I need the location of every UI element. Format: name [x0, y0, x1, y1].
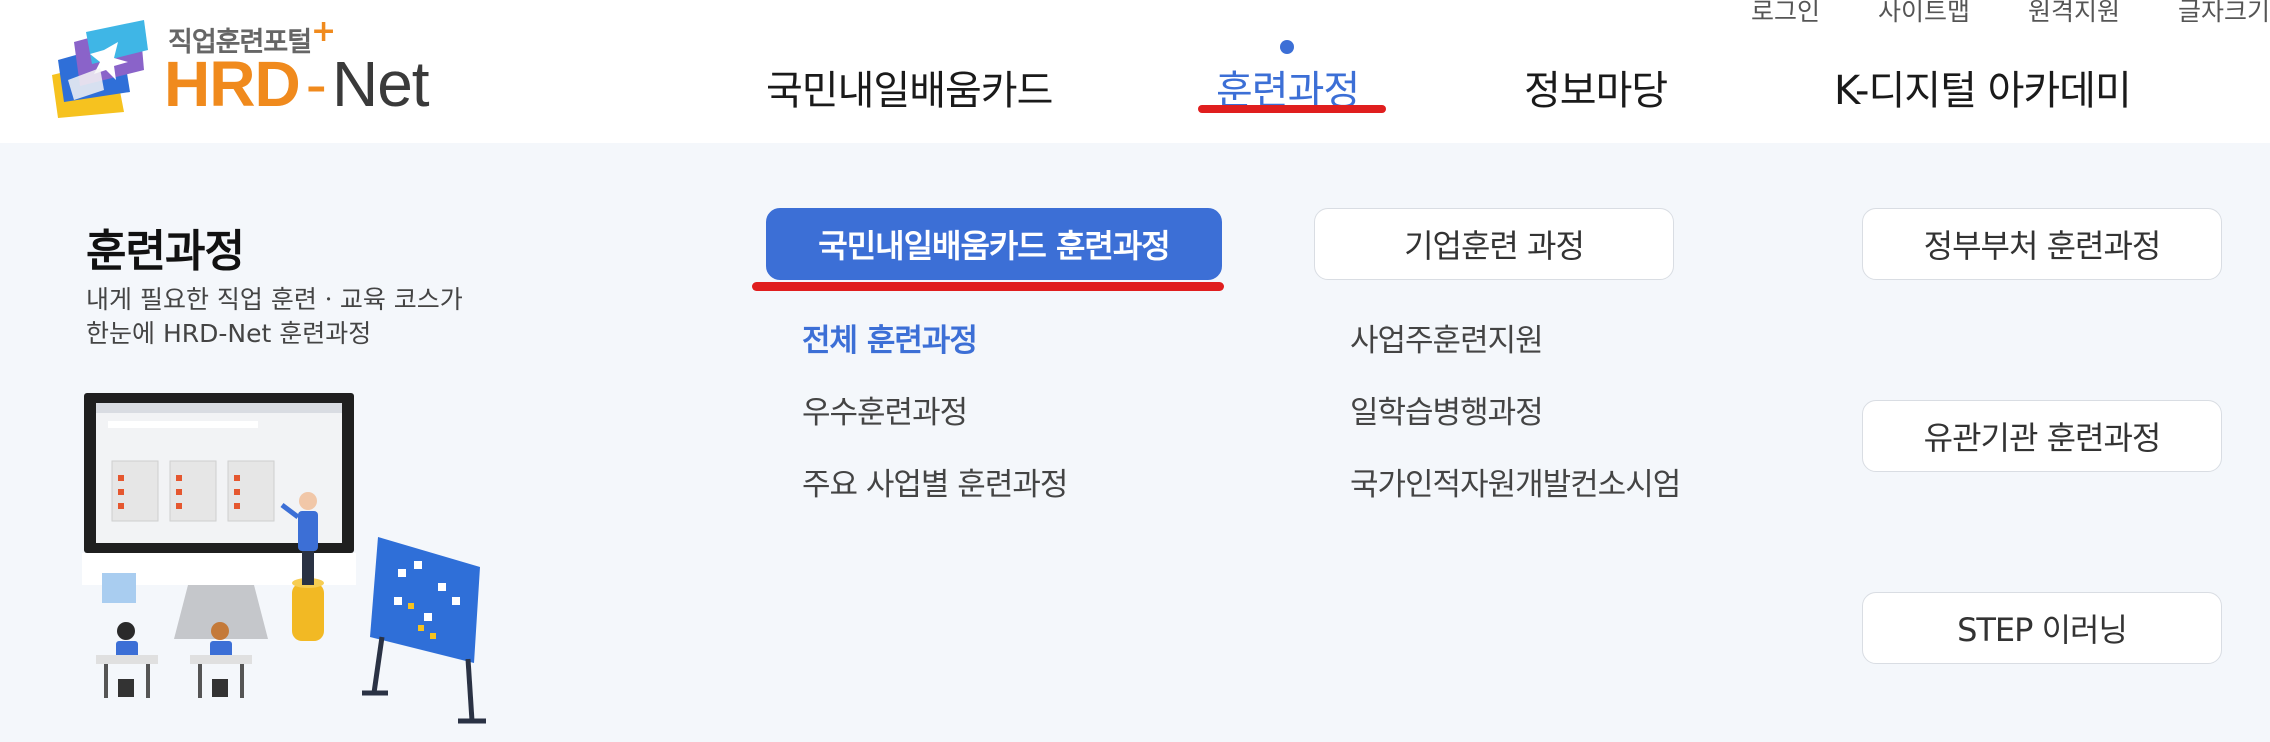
- category-company-courses-button[interactable]: 기업훈련 과정: [1314, 208, 1674, 280]
- category-related-org-courses-button[interactable]: 유관기관 훈련과정: [1862, 400, 2222, 472]
- logo-wordmark: HRD-Net: [164, 48, 430, 120]
- login-link[interactable]: 로그인: [1751, 0, 1820, 26]
- panel-description-line: 한눈에 HRD-Net 훈련과정: [86, 319, 372, 348]
- font-size-link[interactable]: 글자크기: [2178, 0, 2270, 26]
- site-header: 로그인 사이트맵 원격지원 글자크기 직업훈련포털+ HRD-Net 국민내일배…: [0, 0, 2270, 143]
- link-work-study-courses[interactable]: 일학습병행과정: [1350, 387, 1544, 432]
- remote-support-link[interactable]: 원격지원: [2028, 0, 2120, 26]
- link-national-hr-consortium[interactable]: 국가인적자원개발컨소시엄: [1350, 459, 1681, 504]
- link-courses-by-program[interactable]: 주요 사업별 훈련과정: [802, 459, 1068, 504]
- category-step-elearning-button[interactable]: STEP 이러닝: [1862, 592, 2222, 664]
- category-government-courses-button[interactable]: 정부부처 훈련과정: [1862, 208, 2222, 280]
- sitemap-link[interactable]: 사이트맵: [1878, 0, 1970, 26]
- gnb-item-card[interactable]: 국민내일배움카드: [766, 58, 1053, 116]
- gnb-highlight-underline: [1198, 105, 1386, 113]
- panel-description-line: 내게 필요한 직업 훈련ㆍ교육 코스가: [86, 285, 463, 314]
- gnb-item-k-digital[interactable]: K-디지털 아카데미: [1834, 58, 2132, 116]
- utility-links: 로그인 사이트맵 원격지원 글자크기: [1751, 0, 2270, 26]
- category-card-courses-button[interactable]: 국민내일배움카드 훈련과정: [766, 208, 1222, 280]
- category-highlight-underline: [752, 282, 1224, 291]
- logo-symbol-icon: [52, 20, 148, 118]
- gnb-item-info[interactable]: 정보마당: [1524, 58, 1668, 116]
- link-all-courses[interactable]: 전체 훈련과정: [802, 315, 978, 360]
- link-excellent-courses[interactable]: 우수훈련과정: [802, 387, 968, 432]
- active-indicator-dot: [1280, 40, 1294, 54]
- panel-title: 훈련과정: [86, 226, 245, 277]
- courses-mega-menu: 훈련과정 내게 필요한 직업 훈련ㆍ교육 코스가 한눈에 HRD-Net 훈련과…: [0, 143, 2270, 742]
- training-illustration: [82, 393, 486, 724]
- link-employer-training-support[interactable]: 사업주훈련지원: [1350, 315, 1544, 360]
- panel-description: 내게 필요한 직업 훈련ㆍ교육 코스가 한눈에 HRD-Net 훈련과정: [86, 283, 546, 351]
- hrd-net-logo[interactable]: 직업훈련포털+ HRD-Net: [44, 14, 444, 120]
